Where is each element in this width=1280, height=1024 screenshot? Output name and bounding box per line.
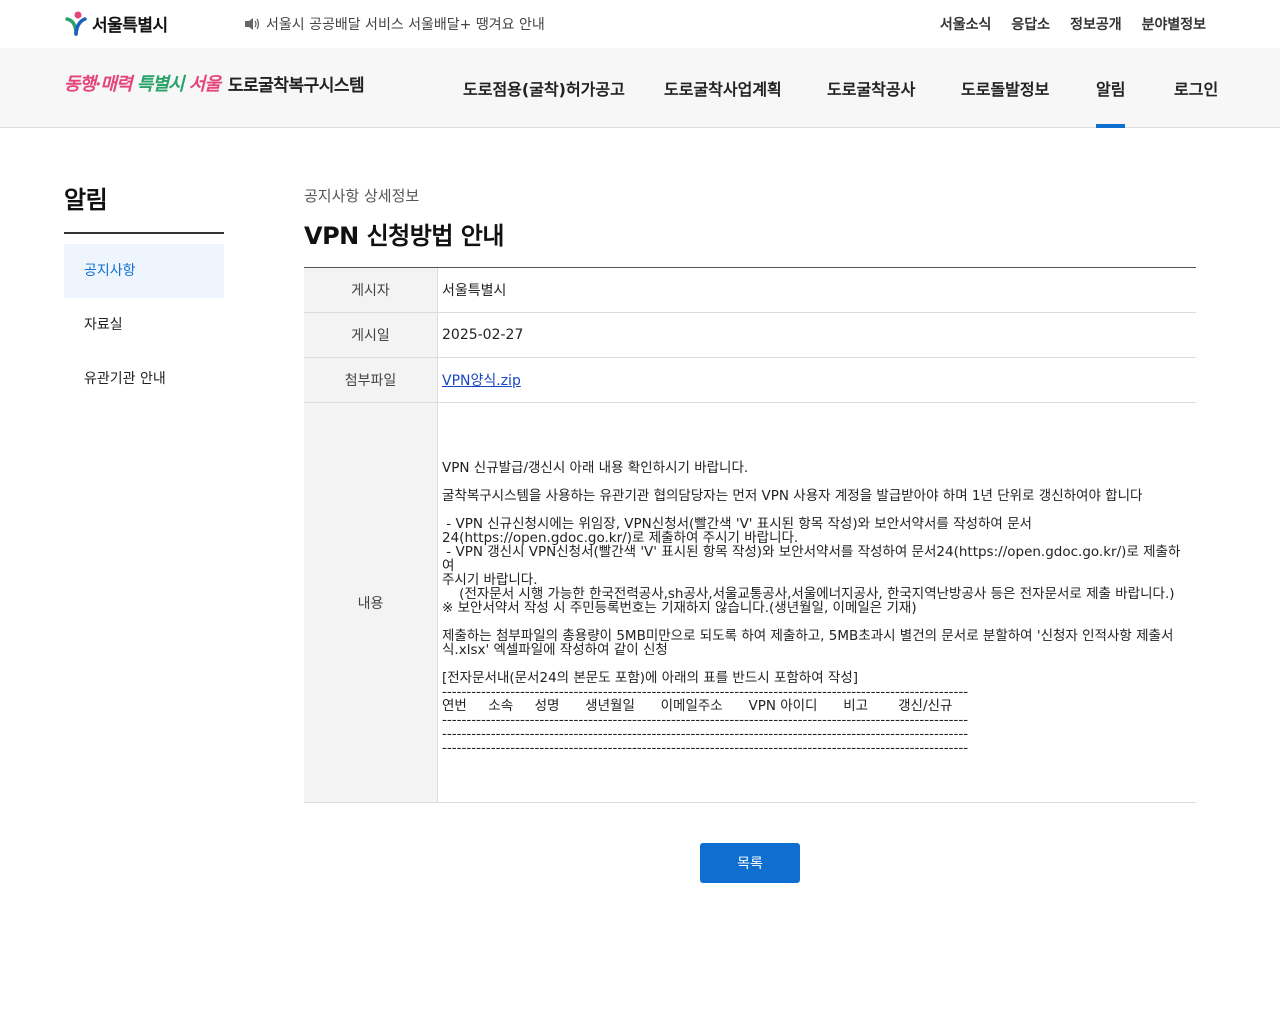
date-row: 게시일 2025-02-27 [304,313,1196,358]
author-label: 게시자 [304,268,438,312]
nav-login[interactable]: 로그인 [1174,76,1218,100]
content-paragraph-3: - VPN 신규신청시에는 위임장, VPN신청서(빨간색 'V' 표시된 항목… [442,516,1181,616]
main-content: 공지사항 상세정보 VPN 신청방법 안내 게시자 서울특별시 게시일 2025… [304,185,1196,803]
notice-text: 서울시 공공배달 서비스 서울배달+ 땡겨요 안내 [266,17,545,33]
nav-road-occupancy-permit[interactable]: 도로점용(굴착)허가공고 [463,76,625,100]
sidebar-item-related-agencies[interactable]: 유관기관 안내 [64,352,224,406]
util-link-eungdapso[interactable]: 응답소 [1011,14,1050,34]
speaker-icon [245,18,260,30]
utility-links: 서울소식 응답소 정보공개 분야별정보 [940,14,1206,34]
seoul-logo-text: 서울특별시 [92,15,168,36]
sidebar-item-archive[interactable]: 자료실 [64,298,224,352]
content-body: VPN 신규발급/갱신시 아래 내용 확인하시기 바랍니다. 굴착복구시스템을 … [438,403,1196,802]
content-paragraph-1: VPN 신규발급/갱신시 아래 내용 확인하시기 바랍니다. [442,460,749,476]
attachment-label: 첨부파일 [304,358,438,402]
content-paragraph-2: 굴착복구시스템을 사용하는 유관기관 협의담당자는 먼저 VPN 사용자 계정을… [442,488,1143,504]
attachment-row: 첨부파일 VPN양식.zip [304,358,1196,403]
sidebar-title: 알림 [64,180,224,234]
list-button[interactable]: 목록 [700,843,800,883]
sidebar-item-notices[interactable]: 공지사항 [64,244,224,298]
date-value: 2025-02-27 [442,327,524,343]
author-row: 게시자 서울특별시 [304,268,1196,313]
breadcrumb: 공지사항 상세정보 [304,187,420,205]
nav-excavation-work[interactable]: 도로굴착공사 [827,76,915,100]
nav-road-incident-info[interactable]: 도로돌발정보 [961,76,1049,100]
nav-notifications[interactable]: 알림 [1096,76,1126,128]
notice-detail-table: 게시자 서울특별시 게시일 2025-02-27 첨부파일 VPN양식.zip … [304,267,1196,803]
attachment-cell: VPN양식.zip [438,358,1196,402]
content-paragraph-4: 제출하는 첨부파일의 총용량이 5MB미만으로 되도록 하여 제출하고, 5MB… [442,628,1174,658]
main-header: 동행·매력 특별시 서울 도로굴착복구시스템 도로점용(굴착)허가공고 도로굴착… [0,48,1280,128]
content-row: 내용 VPN 신규발급/갱신시 아래 내용 확인하시기 바랍니다. 굴착복구시스… [304,403,1196,803]
attachment-link[interactable]: VPN양식.zip [442,370,521,390]
content-label: 내용 [304,403,438,802]
page-title: VPN 신청방법 안내 [304,222,504,250]
author-value: 서울특별시 [442,283,507,299]
content-paragraph-5: [전자문서내(문서24의 본문도 포함)에 아래의 표를 반드시 포함하여 작성… [442,670,969,756]
util-link-seoul-news[interactable]: 서울소식 [940,14,992,34]
date-label: 게시일 [304,313,438,357]
global-nav: 도로점용(굴착)허가공고 도로굴착사업계획 도로굴착공사 도로돌발정보 알림 로… [0,48,1280,128]
top-utility-bar: 서울특별시 서울시 공공배달 서비스 서울배달+ 땡겨요 안내 서울소식 응답소… [0,0,1280,48]
notice-ticker[interactable]: 서울시 공공배달 서비스 서울배달+ 땡겨요 안내 [244,14,545,34]
seoul-logo-icon [65,11,87,36]
nav-excavation-plan[interactable]: 도로굴착사업계획 [664,76,782,100]
util-link-info-disclosure[interactable]: 정보공개 [1070,14,1122,34]
sidebar: 알림 공지사항 자료실 유관기관 안내 [64,180,224,406]
util-link-field-info[interactable]: 분야별정보 [1142,14,1206,34]
seoul-logo[interactable]: 서울특별시 [64,10,168,36]
